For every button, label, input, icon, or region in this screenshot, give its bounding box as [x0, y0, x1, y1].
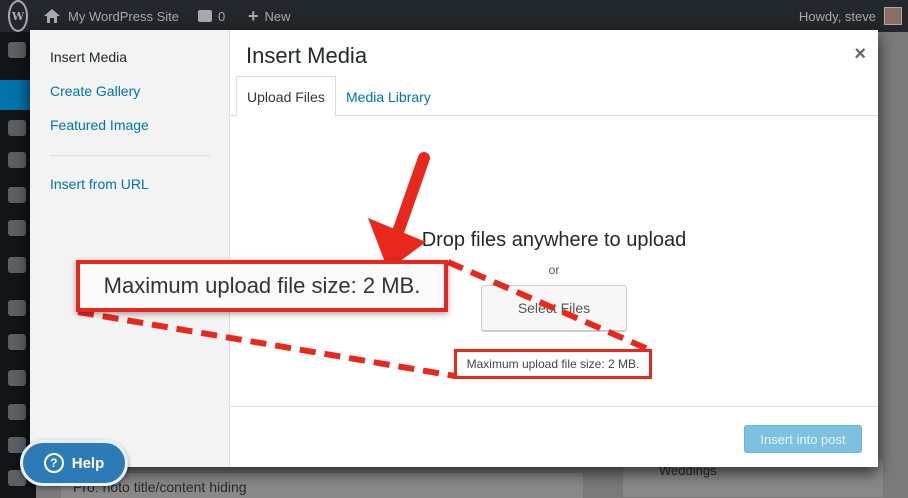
avatar	[884, 7, 902, 25]
help-button[interactable]: ? Help	[20, 440, 128, 486]
menu-item-create-gallery[interactable]: Create Gallery	[50, 83, 140, 99]
home-icon	[44, 9, 60, 23]
plus-icon: +	[248, 5, 259, 26]
menu-item-insert-from-url[interactable]: Insert from URL	[50, 176, 149, 192]
comments-count: 0	[218, 8, 226, 24]
tab-media-library[interactable]: Media Library	[336, 76, 441, 117]
question-icon: ?	[43, 453, 64, 473]
admin-bar-comments[interactable]: 0	[198, 0, 225, 32]
appearance-icon[interactable]	[8, 300, 26, 316]
plugins-icon[interactable]	[8, 334, 26, 350]
modal-title: Insert Media	[246, 43, 368, 68]
menu-item-insert-media[interactable]: Insert Media	[50, 49, 127, 65]
max-upload-size-text: Maximum upload file size: 2 MB.	[454, 349, 652, 379]
settings-icon[interactable]	[8, 257, 26, 273]
admin-bar: W My WordPress Site 0 + New Howdy, steve	[0, 0, 908, 32]
comment-icon	[198, 10, 212, 22]
wordpress-logo-icon[interactable]: W	[8, 0, 28, 32]
insert-into-post-button[interactable]: Insert into post	[744, 425, 862, 453]
comments-icon[interactable]	[8, 187, 26, 203]
admin-bar-new[interactable]: + New	[248, 0, 291, 32]
gallery-icon[interactable]	[8, 220, 26, 236]
tools-icon[interactable]	[8, 404, 26, 420]
users-icon[interactable]	[8, 370, 26, 386]
background-postbox: Pro: hoto title/content hiding	[60, 472, 584, 498]
close-icon[interactable]: ×	[854, 44, 866, 64]
menu-divider	[50, 155, 210, 156]
modal-toolbar: Insert into post	[230, 406, 878, 467]
media-modal: Insert Media Create Gallery Featured Ima…	[30, 30, 878, 467]
menu-item-featured-image[interactable]: Featured Image	[50, 117, 149, 133]
modal-menu: Insert Media Create Gallery Featured Ima…	[30, 30, 230, 467]
select-files-button[interactable]: Select Files	[481, 285, 627, 331]
site-name: My WordPress Site	[68, 8, 180, 24]
annotation-callout: Maximum upload file size: 2 MB.	[76, 260, 448, 312]
admin-bar-site[interactable]: My WordPress Site	[44, 0, 179, 32]
modal-tabs: Upload Files Media Library	[230, 76, 878, 117]
new-label: New	[264, 8, 291, 24]
drop-instructions: Drop files anywhere to upload	[421, 229, 687, 251]
howdy-text: Howdy, steve	[798, 8, 876, 24]
admin-bar-account[interactable]: Howdy, steve	[799, 0, 902, 32]
pages-icon[interactable]	[8, 152, 26, 168]
tab-upload-files[interactable]: Upload Files	[236, 76, 336, 117]
dashboard-icon[interactable]	[8, 42, 26, 58]
media-icon[interactable]	[8, 120, 26, 136]
help-label: Help	[71, 454, 105, 472]
